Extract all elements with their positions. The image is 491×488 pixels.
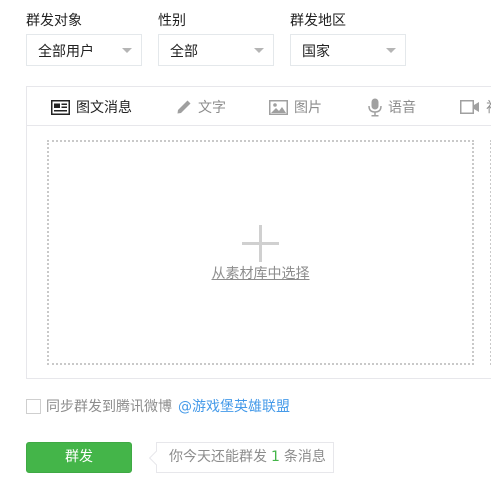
send-button[interactable]: 群发 (26, 442, 132, 473)
sync-weibo-row: 同步群发到腾讯微博 @游戏堡英雄联盟 (26, 396, 290, 416)
microphone-icon (368, 98, 382, 116)
tab-voice[interactable]: 语音 (368, 96, 416, 118)
target-select-value: 全部用户 (38, 44, 94, 60)
gender-filter-label: 性别 (158, 13, 186, 29)
sync-weibo-label[interactable]: 同步群发到腾讯微博 (46, 396, 172, 416)
gender-select-value: 全部 (170, 44, 198, 60)
sync-weibo-checkbox[interactable] (26, 398, 41, 414)
chevron-down-icon (122, 48, 132, 53)
chevron-down-icon (386, 48, 396, 53)
gender-select[interactable]: 全部 (158, 34, 274, 66)
target-filter-label: 群发对象 (26, 13, 82, 29)
tab-news[interactable]: 图文消息 (51, 96, 132, 118)
send-quota-count: 1 (271, 449, 280, 465)
tab-image-label: 图片 (294, 100, 322, 116)
pencil-icon (177, 100, 191, 114)
message-editor: 图文消息 文字 图片 语音 从素材库中选择 (26, 86, 491, 379)
weibo-account-link[interactable]: @游戏堡英雄联盟 (178, 396, 290, 416)
plus-icon (242, 225, 279, 262)
message-type-tabs: 图文消息 文字 图片 语音 (27, 87, 491, 126)
region-filter-label: 群发地区 (290, 13, 346, 29)
image-icon (269, 99, 288, 115)
tab-text-label: 文字 (198, 100, 226, 116)
chevron-down-icon (254, 48, 264, 53)
tab-image[interactable]: 图片 (269, 96, 322, 118)
tab-video-label: 视 (486, 97, 491, 117)
region-select-value: 国家 (302, 44, 330, 60)
tab-text[interactable]: 文字 (176, 96, 226, 118)
tab-news-label: 图文消息 (76, 100, 132, 116)
send-quota-prefix: 你今天还能群发 (169, 449, 267, 465)
send-quota-suffix: 条消息 (283, 449, 326, 465)
pick-from-library-link[interactable]: 从素材库中选择 (49, 263, 472, 283)
target-select[interactable]: 全部用户 (26, 34, 142, 66)
send-quota-tip: 你今天还能群发 1 条消息 (156, 442, 334, 473)
tab-voice-label: 语音 (388, 100, 416, 116)
news-icon (51, 99, 70, 115)
region-select[interactable]: 国家 (290, 34, 406, 66)
video-icon (460, 100, 479, 114)
tab-video[interactable]: 视 (460, 96, 491, 118)
material-drop-zone[interactable]: 从素材库中选择 (47, 140, 474, 365)
